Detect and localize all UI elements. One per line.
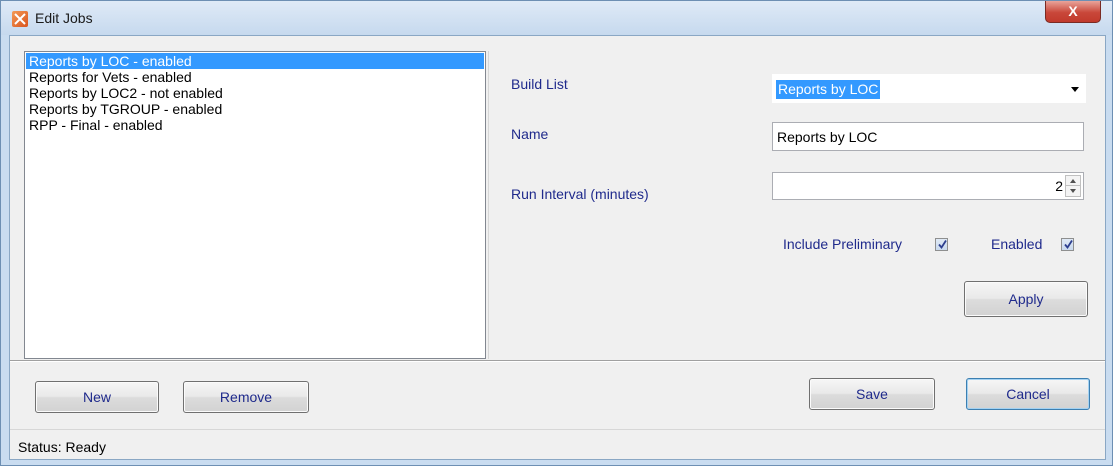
run-interval-value: 2 xyxy=(1055,178,1063,194)
enabled-checkbox[interactable] xyxy=(1061,238,1074,251)
enabled-label: Enabled xyxy=(991,236,1043,252)
build-list-dropdown[interactable]: Reports by LOC xyxy=(772,74,1086,103)
section-separator xyxy=(10,360,1105,362)
job-list-item[interactable]: Reports by TGROUP - enabled xyxy=(26,101,484,117)
build-list-label: Build List xyxy=(511,76,568,92)
button-bar: New Remove Save Cancel xyxy=(10,363,1105,429)
app-logo-icon xyxy=(12,11,28,27)
save-button[interactable]: Save xyxy=(809,378,935,410)
close-icon: X xyxy=(1068,3,1078,19)
status-bar: Status: Ready xyxy=(10,429,1105,459)
check-icon xyxy=(938,240,947,250)
include-preliminary-label: Include Preliminary xyxy=(783,236,903,252)
close-button[interactable]: X xyxy=(1045,1,1101,23)
spinner-buttons xyxy=(1065,175,1081,197)
job-list-item[interactable]: Reports for Vets - enabled xyxy=(26,69,484,85)
run-interval-label: Run Interval (minutes) xyxy=(511,186,649,202)
apply-button[interactable]: Apply xyxy=(964,281,1088,317)
remove-button[interactable]: Remove xyxy=(183,381,309,413)
spin-up-arrow-icon[interactable] xyxy=(1066,176,1080,186)
main-panel: Reports by LOC - enabled Reports for Vet… xyxy=(10,36,1105,359)
job-list-item[interactable]: Reports by LOC - enabled xyxy=(26,53,484,69)
new-button[interactable]: New xyxy=(35,381,159,413)
status-text: Status: Ready xyxy=(18,439,106,455)
check-icon xyxy=(1064,240,1073,250)
job-list-item[interactable]: RPP - Final - enabled xyxy=(26,117,484,133)
cancel-button[interactable]: Cancel xyxy=(966,378,1090,410)
panel-divider xyxy=(488,51,489,359)
title-bar[interactable]: Edit Jobs X xyxy=(1,1,1112,35)
build-list-selected-value: Reports by LOC xyxy=(776,80,881,99)
chevron-down-icon[interactable] xyxy=(1071,87,1079,92)
window-title: Edit Jobs xyxy=(35,10,93,26)
spin-down-arrow-icon[interactable] xyxy=(1066,186,1080,196)
run-interval-spinner[interactable]: 2 xyxy=(772,172,1084,200)
include-preliminary-checkbox[interactable] xyxy=(935,238,948,251)
edit-jobs-window: Edit Jobs X Reports by LOC - enabled Rep… xyxy=(0,0,1113,466)
name-label: Name xyxy=(511,126,549,142)
client-area: Reports by LOC - enabled Reports for Vet… xyxy=(9,35,1106,460)
job-list-item[interactable]: Reports by LOC2 - not enabled xyxy=(26,85,484,101)
name-field[interactable]: Reports by LOC xyxy=(772,122,1084,151)
job-list[interactable]: Reports by LOC - enabled Reports for Vet… xyxy=(24,51,486,359)
